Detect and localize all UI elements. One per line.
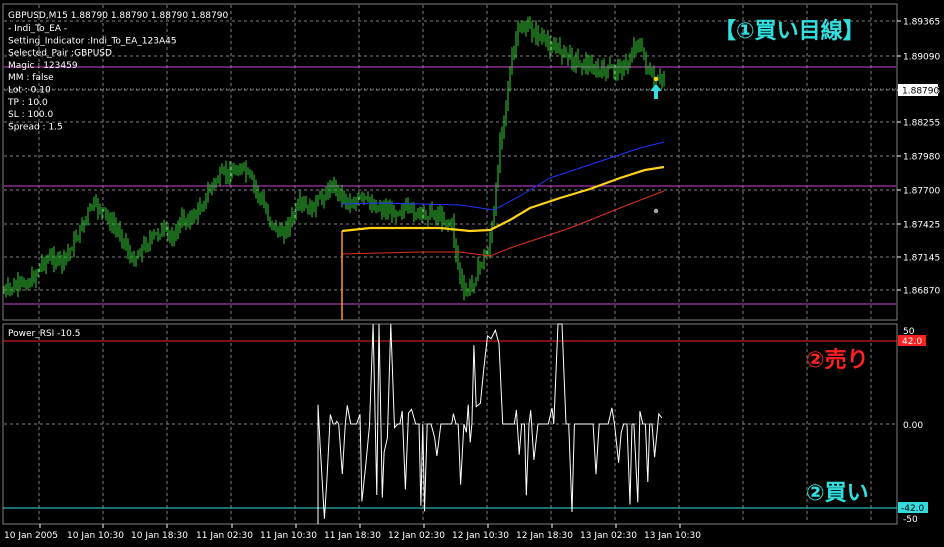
price-axis-label: 1.86870 [903,287,940,297]
symbol-header: GBPUSD,M15 1.88790 1.88790 1.88790 1.887… [8,11,228,21]
buy-view-annotation: 【①買い目線】 [714,18,865,44]
price-axis-label: 1.87700 [903,187,940,197]
ea-info-line: Lot : 0.10 [8,86,51,96]
current-price-tag-text: 1.88790 [902,87,939,97]
rsi-lower-tag-text: -42.0 [901,504,925,514]
price-axis: 1.893651.890901.885351.882551.879801.877… [897,18,940,297]
moving-averages [341,141,665,320]
time-axis-label: 10 Jan 10:30 [67,531,124,541]
pending-dot [653,208,659,214]
ea-info-line: SL : 100.0 [8,110,54,120]
time-axis-label: 13 Jan 10:30 [644,531,701,541]
ea-info-line: - Indi_To_EA - [8,24,67,34]
up-arrow-icon[interactable] [650,84,662,99]
ma-yellow-line [341,165,665,233]
price-panel-frame [2,3,898,321]
rsi-upper-tag-text: 42.0 [902,337,922,347]
rsi-upper-tag: 42.0 [898,335,926,347]
indicator-panel[interactable]: 500.00-50 Power_RSI -10.5 42.0 -42.0 ②売り… [2,323,928,525]
price-level-lines [4,66,896,305]
indicator-axis: 500.00-50 [903,327,923,525]
time-axis-label: 11 Jan 18:30 [324,531,381,541]
current-price-tag: 1.88790 [898,84,939,97]
price-axis-label: 1.87145 [903,254,940,264]
indicator-title: Power_RSI -10.5 [8,329,80,339]
time-axis-label: 11 Jan 02:30 [196,531,253,541]
ea-info-panel: - Indi_To_EA - Setting_Indicator :Indi_To… [7,24,177,132]
price-axis-label: 1.87980 [903,153,940,163]
price-axis-label: 1.87425 [903,221,940,231]
buy-annotation: ②買い [806,481,869,506]
ea-info-line: Magic : 123459 [8,61,78,71]
trading-chart[interactable]: 1.893651.890901.885351.882551.879801.877… [0,0,944,547]
time-axis-label: 10 Jan 18:30 [131,531,188,541]
signal-dot [653,76,659,82]
price-axis-label: 1.88255 [903,119,940,129]
price-panel[interactable]: 1.893651.890901.885351.882551.879801.877… [2,3,940,321]
ea-info-line: Spread : 1.5 [8,122,63,132]
time-axis: 10 Jan 2005 10 Jan 10:30 10 Jan 18:30 11 Ja… [4,524,701,541]
price-axis-label: 1.89365 [903,18,940,28]
price-grid [4,5,896,319]
ea-info-line: TP : 10.0 [7,98,48,108]
time-axis-label: 12 Jan 18:30 [516,531,573,541]
time-axis-label: 10 Jan 2005 [4,531,58,541]
indicator-axis-label: -50 [903,515,918,525]
ea-info-line: Selected_Pair :GBPUSD [8,49,112,59]
sell-annotation: ②売り [806,347,869,373]
time-axis-label: 12 Jan 02:30 [388,531,445,541]
rsi-lower-tag: -42.0 [898,502,928,514]
indicator-axis-label: 0.00 [903,421,923,431]
time-axis-label: 11 Jan 10:30 [260,531,317,541]
time-axis-label: 12 Jan 10:30 [452,531,509,541]
price-axis-label: 1.89090 [903,53,940,63]
ea-info-line: Setting_Indicator :Indi_To_EA_123A45 [8,36,177,46]
ea-info-line: MM : false [8,73,54,83]
time-axis-label: 13 Jan 02:30 [580,531,637,541]
